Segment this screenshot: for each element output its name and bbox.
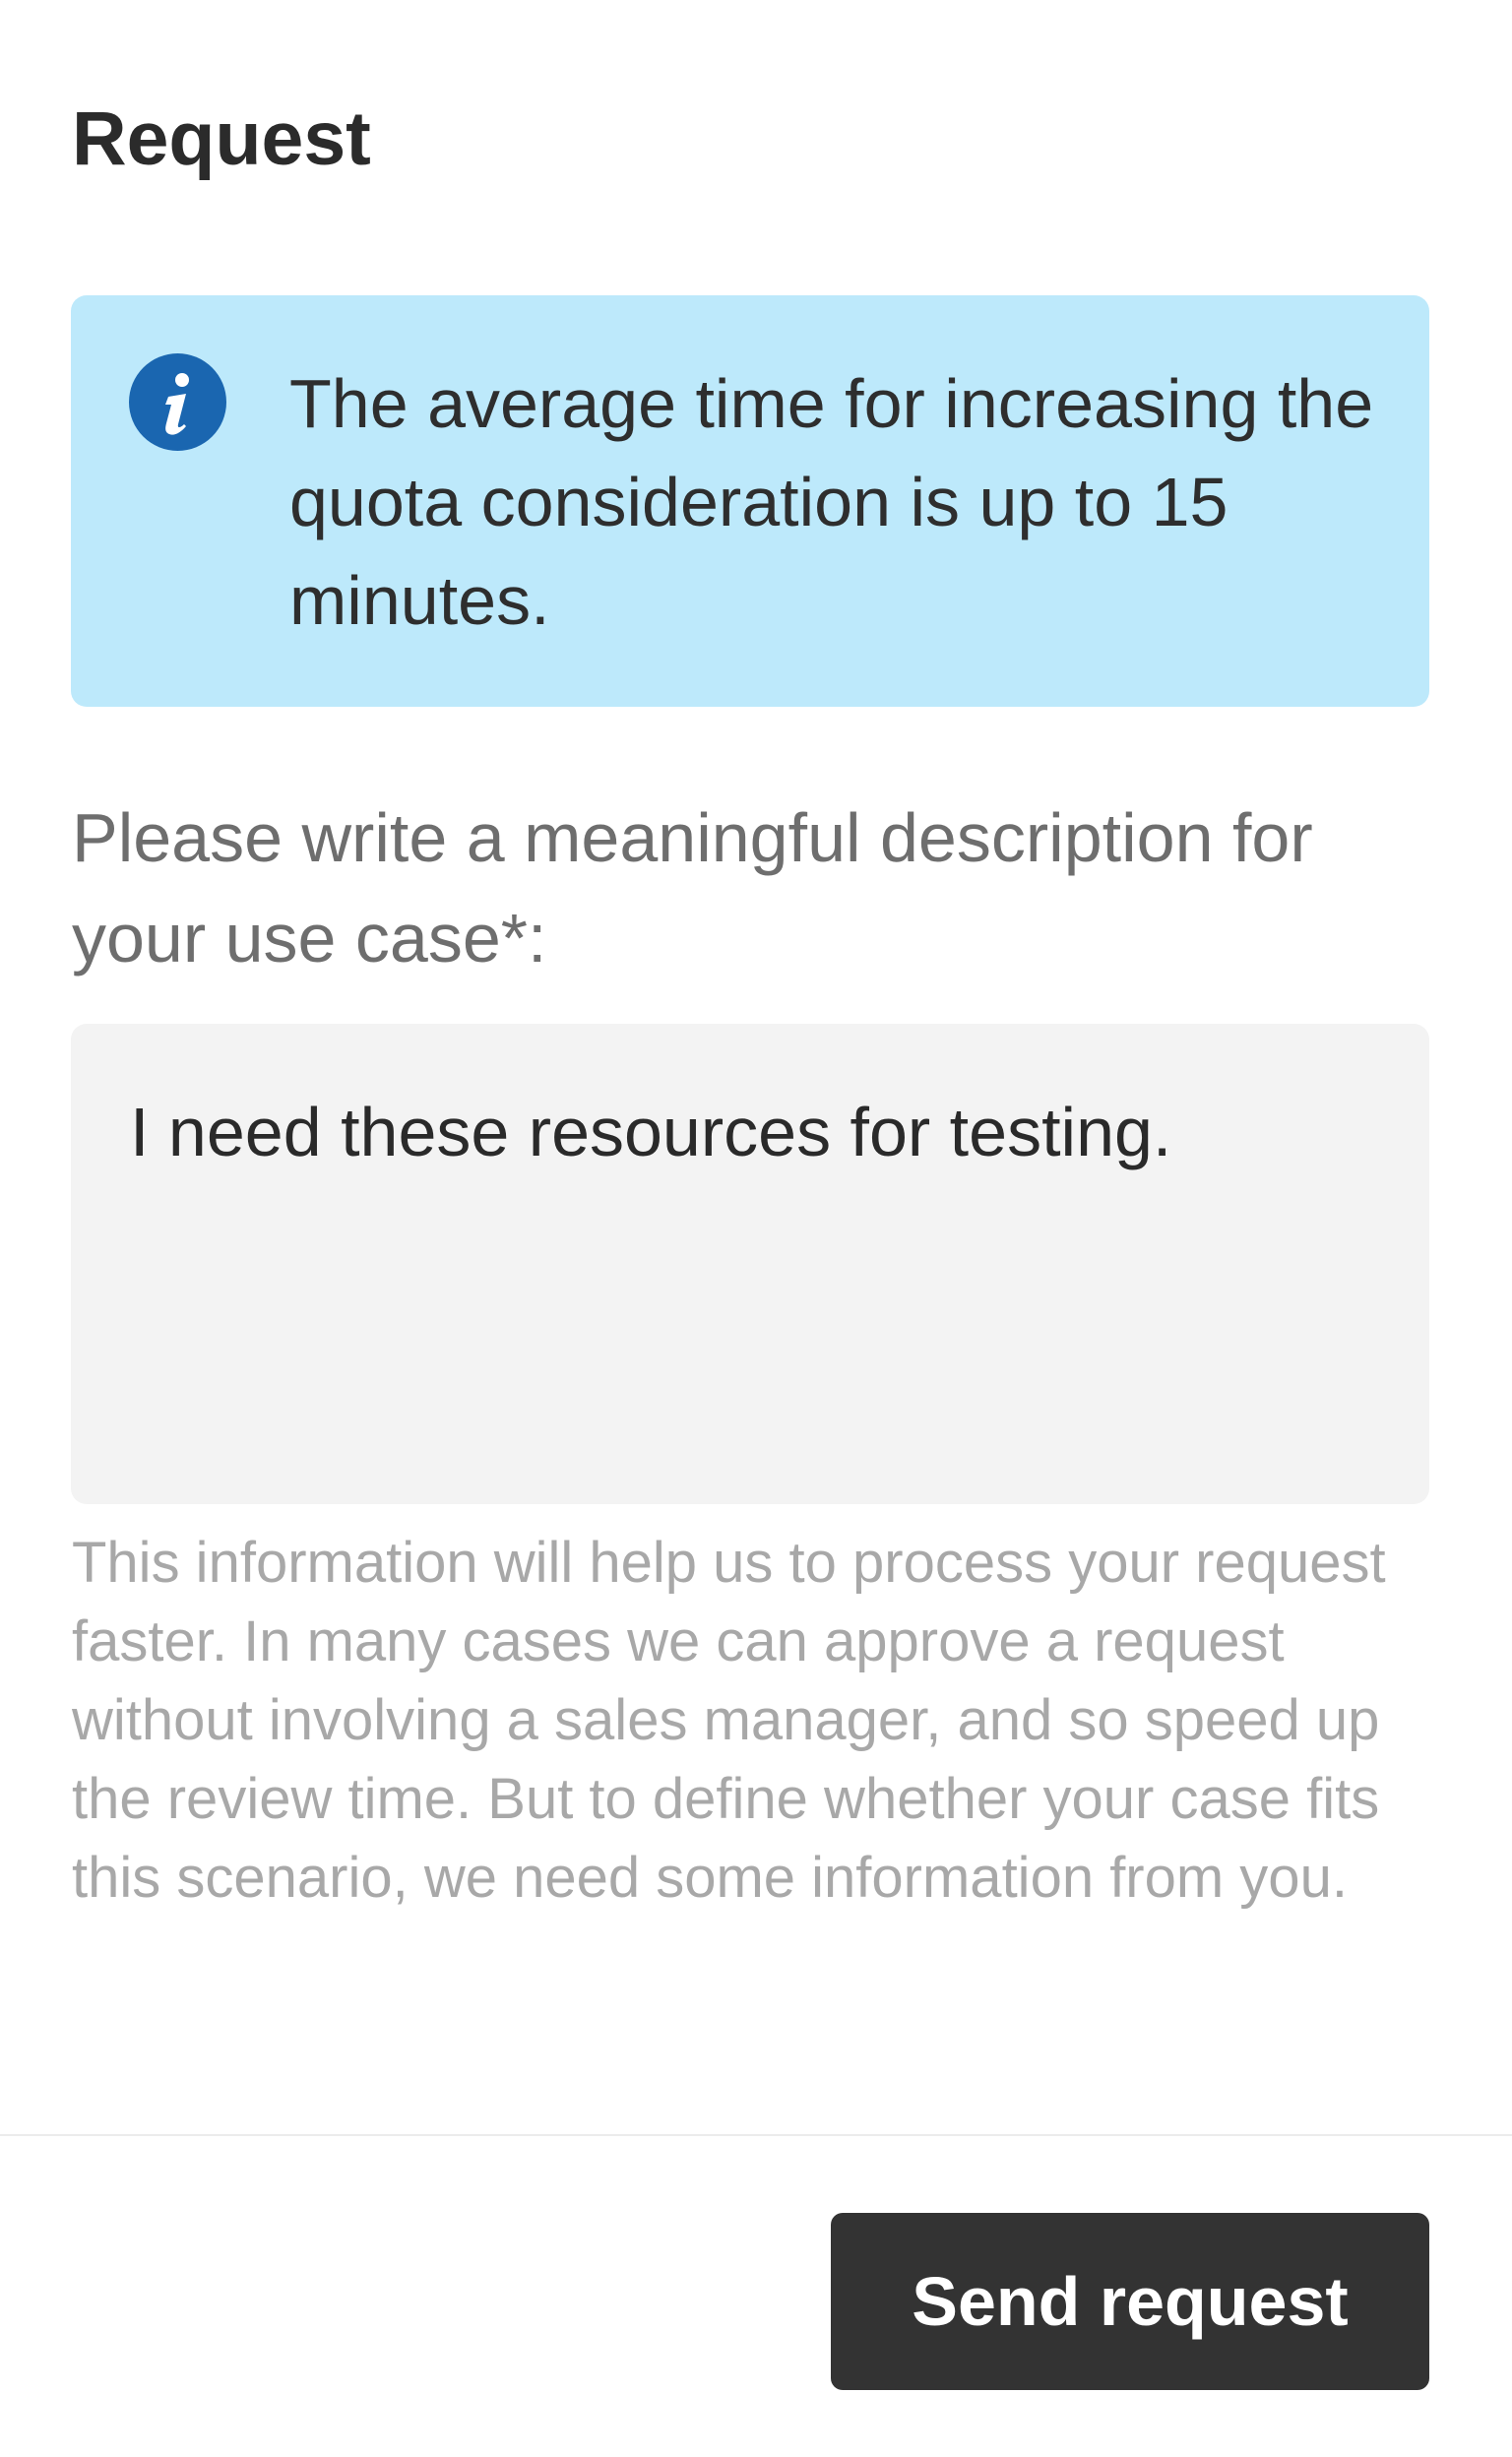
request-panel: Request The average time for increasing … — [0, 0, 1512, 2457]
description-value: I need these resources for testing. — [130, 1094, 1172, 1170]
description-textarea[interactable]: I need these resources for testing. — [71, 1024, 1429, 1504]
info-icon-glyph — [165, 373, 189, 435]
description-help-text: This information will help us to process… — [72, 1531, 1386, 1910]
footer-divider — [0, 2134, 1512, 2136]
description-label: Please write a meaningful description fo… — [72, 799, 1313, 976]
info-text: The average time for increasing the quot… — [289, 365, 1374, 639]
send-request-button[interactable]: Send request — [831, 2213, 1429, 2390]
info-banner: The average time for increasing the quot… — [71, 295, 1429, 707]
info-icon — [129, 353, 226, 451]
page-title: Request — [72, 96, 371, 181]
